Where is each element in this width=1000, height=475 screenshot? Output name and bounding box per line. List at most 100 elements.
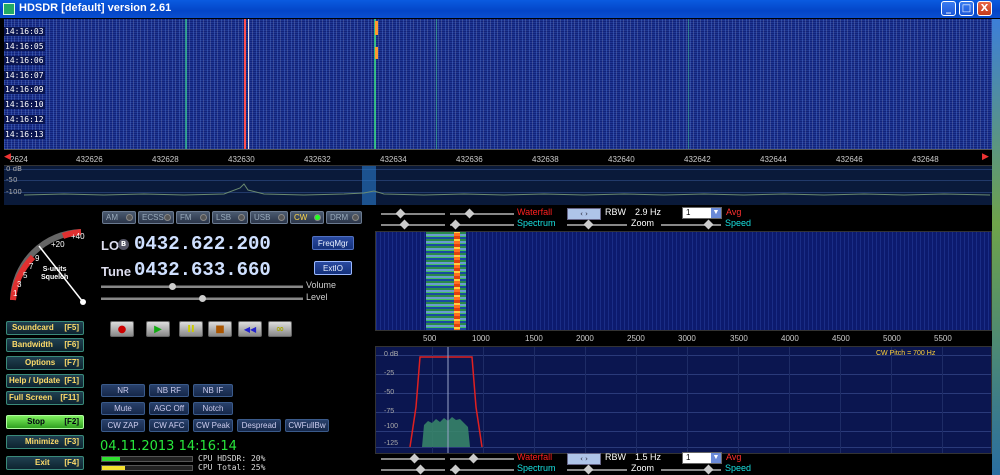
mode-fm-button[interactable]: FM — [176, 211, 210, 224]
main-waterfall[interactable]: 14:16:03 14:16:05 14:16:06 14:16:07 14:1… — [4, 19, 992, 149]
slider-knob[interactable] — [703, 219, 714, 230]
full-screen-button[interactable]: Full Screen [F11] — [6, 391, 84, 405]
tune-frequency[interactable]: 0432.633.660 — [134, 259, 271, 281]
notch-button[interactable]: Notch — [193, 402, 233, 415]
slider-knob[interactable] — [468, 453, 479, 464]
nr-button[interactable]: NR — [101, 384, 145, 397]
minimize-app-button[interactable]: Minimize [F3] — [6, 435, 84, 449]
signal-burst — [375, 21, 378, 35]
spectrum-label: Spectrum — [517, 463, 556, 473]
level-knob[interactable] — [197, 293, 207, 304]
exit-button[interactable]: Exit [F4] — [6, 456, 84, 470]
squelch-label: Squelch — [41, 274, 69, 281]
waterfall-slider[interactable] — [381, 208, 445, 219]
slider-knob[interactable] — [409, 453, 420, 464]
rewind-icon: ◀◀ — [243, 325, 257, 334]
spectrum-slider[interactable] — [381, 219, 445, 230]
cw-zap-button[interactable]: CW ZAP — [101, 419, 145, 432]
audio-tick: 1500 — [525, 334, 543, 343]
zoom-slider[interactable] — [567, 464, 627, 475]
record-button[interactable]: ● — [110, 321, 134, 337]
soundcard-button[interactable]: Soundcard [F5] — [6, 321, 84, 335]
signal-trace — [244, 19, 246, 149]
freq-tick: 432632 — [304, 155, 331, 164]
avg-select[interactable]: 1 ▼ — [682, 452, 722, 464]
waterfall-slider[interactable] — [450, 453, 514, 464]
mode-usb-button[interactable]: USB — [250, 211, 288, 224]
cw-afc-button[interactable]: CW AFC — [149, 419, 189, 432]
stop-button[interactable]: Stop [F2] — [6, 415, 84, 429]
volume-knob[interactable] — [167, 281, 178, 292]
led-icon — [278, 214, 285, 221]
audio-tick: 500 — [423, 334, 437, 343]
lo-frequency[interactable]: 0432.622.200 — [134, 233, 271, 255]
mode-drm-button[interactable]: DRM — [326, 211, 362, 224]
timestamp: 14:16:07 — [4, 71, 45, 80]
freqmgr-button[interactable]: FreqMgr — [312, 236, 354, 250]
mode-lsb-button[interactable]: LSB — [212, 211, 248, 224]
pause-button[interactable]: II — [179, 321, 203, 337]
close-button[interactable]: X — [977, 1, 992, 16]
cw-signal — [454, 232, 460, 330]
despread-button[interactable]: Despread — [237, 419, 281, 432]
led-icon — [352, 214, 359, 221]
desktop-background — [992, 19, 1000, 475]
extio-button[interactable]: ExtIO — [314, 261, 352, 275]
rbw-value: 1.5 Hz — [635, 452, 662, 462]
play-button[interactable]: ▶ — [146, 321, 170, 337]
slider-knob[interactable] — [583, 464, 594, 475]
mode-cw-button[interactable]: CW — [290, 211, 324, 224]
waterfall-slider[interactable] — [450, 208, 514, 219]
audio-waterfall[interactable] — [375, 231, 992, 331]
rbw-nudge[interactable]: ‹ › — [567, 208, 601, 220]
zoom-slider[interactable] — [567, 219, 627, 230]
slider-knob[interactable] — [464, 208, 475, 219]
slider-knob[interactable] — [395, 208, 406, 219]
loop-button[interactable]: ∞ — [268, 321, 292, 337]
audio-spectrum[interactable]: 0 dB -25 -50 -75 -100 -125 CW Pitch = 70… — [375, 346, 992, 454]
spectrum-slider[interactable] — [450, 219, 514, 230]
led-icon — [238, 214, 245, 221]
slider-knob[interactable] — [415, 464, 426, 475]
frequency-scale[interactable]: ◀ 2624 432626 432628 432630 432632 43263… — [4, 149, 992, 165]
options-button[interactable]: Options [F7] — [6, 356, 84, 370]
maximize-button[interactable]: □ — [959, 1, 974, 16]
scroll-right-icon[interactable]: ▶ — [982, 152, 989, 162]
waterfall-slider[interactable] — [381, 453, 445, 464]
rewind-button[interactable]: ◀◀ — [238, 321, 262, 337]
volume-slider[interactable] — [101, 281, 303, 292]
s-meter-label: 1 — [13, 289, 18, 298]
nb-if-button[interactable]: NB IF — [193, 384, 233, 397]
spectrum-slider[interactable] — [450, 464, 514, 475]
nb-rf-button[interactable]: NB RF — [149, 384, 189, 397]
slider-knob[interactable] — [450, 464, 461, 475]
speed-slider[interactable] — [661, 219, 721, 230]
bandwidth-button[interactable]: Bandwidth [F6] — [6, 338, 84, 352]
avg-select[interactable]: 1 ▼ — [682, 207, 722, 219]
mode-ecss-button[interactable]: ECSS — [138, 211, 174, 224]
mode-am-button[interactable]: AM — [102, 211, 136, 224]
button-label: Soundcard — [12, 323, 54, 332]
cw-fullbw-button[interactable]: CWFullBw — [285, 419, 329, 432]
s-meter-label: +40 — [71, 232, 85, 241]
s-meter: +40 +20 9 7 5 3 1 S-units Squelch — [3, 212, 95, 308]
help-update-button[interactable]: Help / Update [F1] — [6, 374, 84, 388]
slider-knob[interactable] — [703, 464, 714, 475]
timestamp: 14:16:12 — [4, 115, 45, 124]
minimize-button[interactable]: _ — [941, 1, 956, 16]
cw-peak-button[interactable]: CW Peak — [193, 419, 233, 432]
slider-knob[interactable] — [583, 219, 594, 230]
slider-knob[interactable] — [399, 219, 410, 230]
mute-button[interactable]: Mute — [101, 402, 145, 415]
lo-lock-button[interactable]: B — [118, 239, 129, 250]
freq-tick: 432638 — [532, 155, 559, 164]
audio-tick: 2000 — [576, 334, 594, 343]
slider-knob[interactable] — [450, 219, 461, 230]
stop-transport-button[interactable]: ■ — [208, 321, 232, 337]
speed-slider[interactable] — [661, 464, 721, 475]
main-spectrum[interactable]: 0 dB -50 -100 — [4, 165, 992, 205]
rbw-nudge[interactable]: ‹ › — [567, 453, 601, 465]
level-slider[interactable] — [101, 293, 303, 304]
agc-button[interactable]: AGC Off — [149, 402, 189, 415]
spectrum-slider[interactable] — [381, 464, 445, 475]
